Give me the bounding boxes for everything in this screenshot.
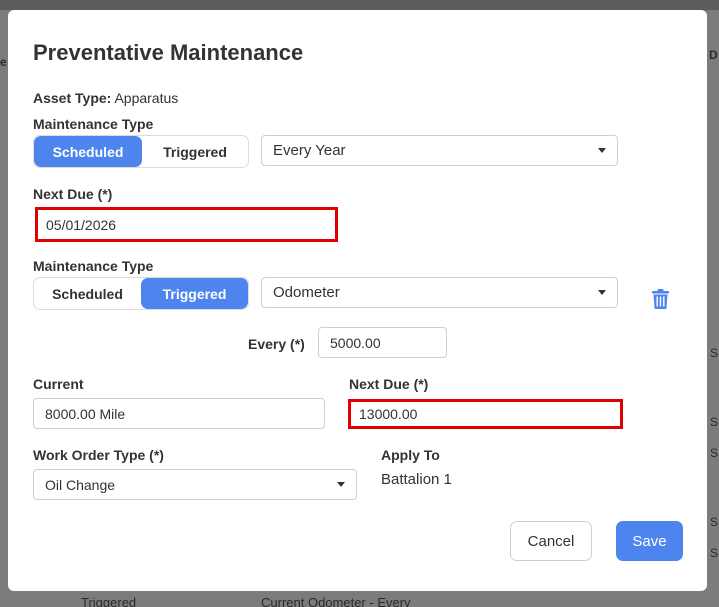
next-due-date-input[interactable]: 05/01/2026	[35, 207, 338, 242]
asset-type-label: Asset Type:	[33, 90, 112, 106]
every-value: 5000.00	[330, 334, 381, 351]
save-button[interactable]: Save	[616, 521, 683, 561]
current-label: Current	[33, 376, 84, 392]
current-value: 8000.00 Mile	[45, 405, 126, 422]
caret-down-icon	[337, 482, 345, 487]
modal-title: Preventative Maintenance	[33, 40, 304, 65]
current-input[interactable]: 8000.00 Mile	[33, 398, 325, 429]
caret-down-icon	[598, 148, 606, 153]
frequency-value: Every Year	[273, 142, 346, 159]
apply-to-value: Battalion 1	[381, 471, 452, 488]
background-left-edge: e	[0, 10, 8, 607]
maintenance-type-label: Maintenance Type	[33, 258, 154, 274]
background-column-label: D	[709, 48, 718, 62]
maintenance-type-label: Maintenance Type	[33, 116, 154, 132]
every-label: Every (*)	[248, 336, 305, 352]
background-cell: S	[710, 515, 719, 529]
background-table-row: Triggered Current Odometer - Every	[0, 591, 719, 607]
background-right-edge: D S S S S S	[707, 10, 719, 607]
background-cell: S	[710, 546, 719, 560]
triggered-option[interactable]: Triggered	[141, 278, 248, 309]
frequency-select[interactable]: Every Year	[261, 135, 618, 166]
asset-type-row: Asset Type: Apparatus	[33, 90, 178, 106]
background-cell: Current Odometer - Every	[261, 595, 411, 607]
maintenance-modal: Preventative Maintenance Asset Type: App…	[8, 10, 707, 591]
background-cell: S	[710, 446, 719, 460]
trash-icon[interactable]	[652, 289, 669, 309]
trigger-value: Odometer	[273, 284, 340, 301]
next-due-label: Next Due (*)	[33, 186, 113, 202]
next-due-label: Next Due (*)	[349, 376, 429, 392]
work-order-type-label: Work Order Type (*)	[33, 447, 164, 463]
background-cell: Triggered	[81, 595, 137, 607]
background-column-label: e	[0, 55, 7, 69]
cancel-button[interactable]: Cancel	[510, 521, 592, 561]
apply-to-label: Apply To	[381, 447, 440, 463]
next-due-odometer-input[interactable]: 13000.00	[348, 399, 623, 429]
next-due-date-value: 05/01/2026	[46, 216, 117, 233]
work-order-type-select[interactable]: Oil Change	[33, 469, 357, 500]
asset-type-value: Apparatus	[114, 90, 179, 106]
background-header	[0, 0, 719, 10]
maintenance-type-toggle: Scheduled Triggered	[33, 135, 249, 168]
scheduled-option[interactable]: Scheduled	[34, 278, 141, 309]
triggered-option[interactable]: Triggered	[142, 136, 248, 167]
caret-down-icon	[598, 290, 606, 295]
background-cell: S	[710, 415, 719, 429]
scheduled-option[interactable]: Scheduled	[34, 136, 142, 167]
every-input[interactable]: 5000.00	[318, 327, 447, 358]
trigger-select[interactable]: Odometer	[261, 277, 618, 308]
maintenance-type-toggle: Scheduled Triggered	[33, 277, 249, 310]
background-cell: S	[710, 346, 719, 360]
work-order-type-value: Oil Change	[45, 476, 116, 493]
next-due-odometer-value: 13000.00	[359, 406, 418, 422]
